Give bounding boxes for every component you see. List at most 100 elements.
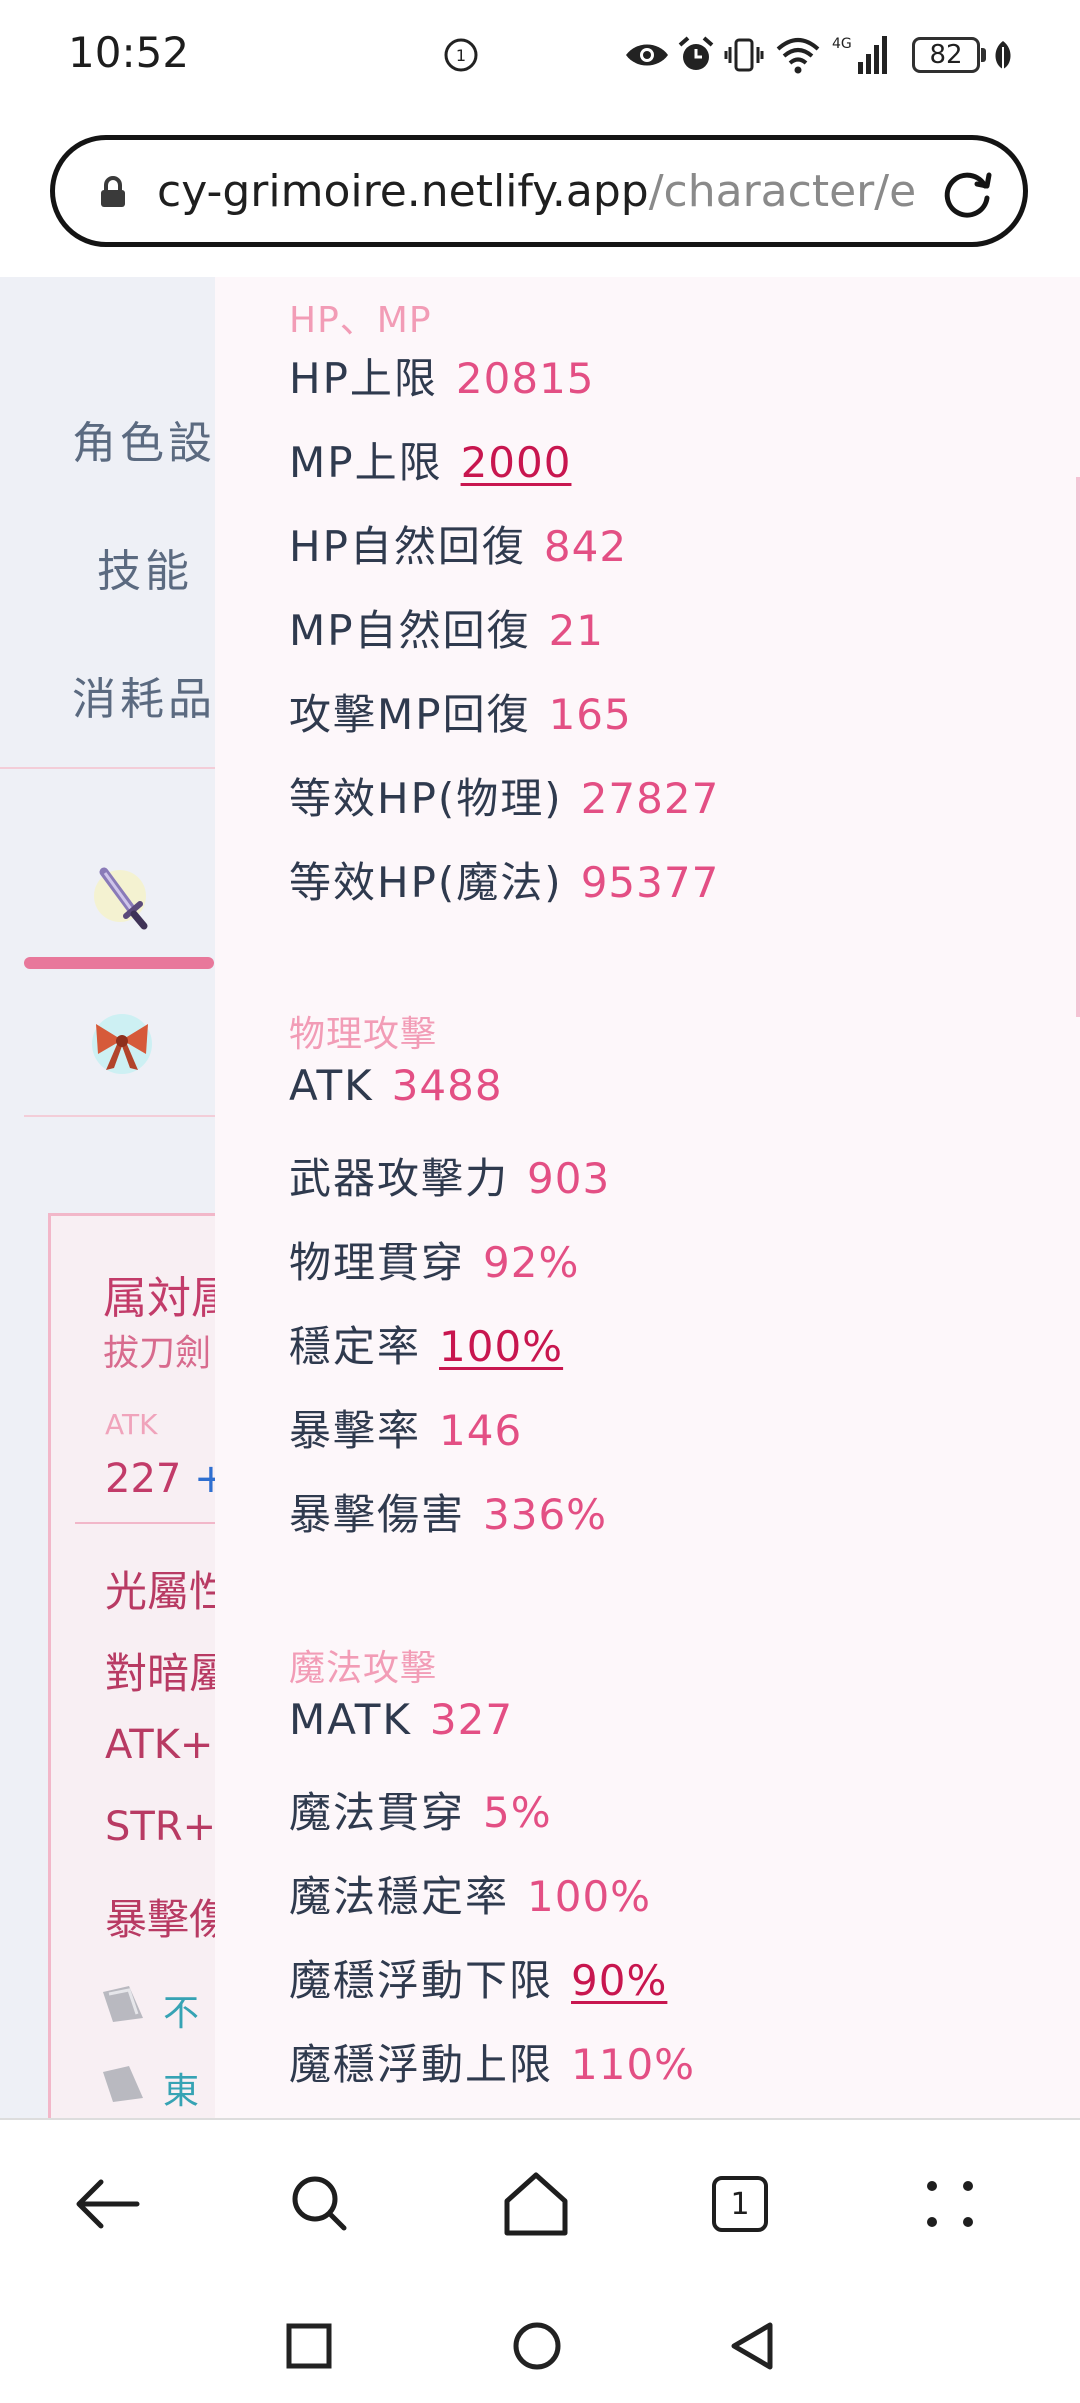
nav-item-skills[interactable]: 技能	[97, 535, 193, 599]
url-text[interactable]: cy-grimoire.netlify.app/character/e	[157, 166, 957, 217]
atk-base-value: 227	[105, 1456, 182, 1502]
eye-icon	[622, 32, 672, 78]
stat-value: 5%	[483, 1788, 552, 1837]
browser-toolbar: 1	[0, 2118, 1080, 2295]
stat-label: MATK	[289, 1695, 412, 1744]
recents-icon[interactable]	[286, 2323, 332, 2369]
stat-row: 魔法貫穿 5%	[289, 1779, 552, 1839]
equipment-stat: 對暗屬	[105, 1649, 232, 1698]
stat-value: 100%	[527, 1872, 652, 1921]
stat-row: MP自然回復 21	[289, 597, 604, 657]
stat-label: HP上限	[289, 354, 438, 403]
stat-row: 攻擊MP回復 165	[289, 681, 632, 741]
stat-value: 146	[439, 1406, 523, 1455]
stat-label: HP自然回復	[289, 522, 526, 571]
stat-value: 20815	[455, 354, 595, 403]
back-arrow-icon	[76, 2179, 140, 2229]
ribbon-icon[interactable]	[88, 1012, 160, 1076]
system-navigation-bar	[0, 2293, 1080, 2403]
left-nav: 角色設 技能 消耗品 属対属 拔刀劍 ATK 227 + 光屬性 對暗屬 ATK…	[0, 277, 251, 2118]
home-button[interactable]	[496, 2164, 576, 2244]
stat-label: MP自然回復	[289, 606, 531, 655]
url-host: cy-grimoire.netlify.app	[157, 166, 649, 217]
equipment-stat: 暴擊傷	[105, 1895, 232, 1944]
section-title-hp-mp: HP、MP	[289, 300, 432, 341]
stat-value: 903	[527, 1154, 611, 1203]
nav-item-consumables[interactable]: 消耗品	[72, 663, 216, 727]
stats-panel: HP、MP HP上限 20815 MP上限 2000 HP自然回復 842 MP自然回…	[215, 277, 1080, 2118]
equipment-subtitle: 拔刀劍	[103, 1333, 212, 1374]
stat-label: 武器攻擊力	[289, 1154, 510, 1203]
stat-row: 物理貫穿 92%	[289, 1229, 579, 1289]
stat-row: 暴擊率 146	[289, 1397, 522, 1457]
battery-icon: 82	[912, 37, 980, 73]
stat-value: 95377	[580, 858, 720, 907]
stat-value-link[interactable]: 100%	[439, 1322, 563, 1371]
stat-label: 等效HP(物理)	[289, 774, 563, 823]
nav-item-character[interactable]: 角色設	[72, 407, 216, 471]
stat-value: 110%	[571, 2040, 696, 2089]
back-triangle-icon[interactable]	[728, 2321, 776, 2371]
tab-count: 1	[712, 2176, 768, 2232]
home-circle-icon[interactable]	[512, 2321, 562, 2371]
home-icon	[504, 2172, 568, 2236]
svg-text:1: 1	[456, 46, 466, 65]
stat-row: 等效HP(物理) 27827	[289, 765, 719, 825]
stat-row: 魔穩浮動下限 90%	[289, 1947, 667, 2007]
address-bar[interactable]: cy-grimoire.netlify.app/character/e	[50, 135, 1028, 247]
stat-label: 魔法貫穿	[289, 1788, 466, 1837]
crystal-icon	[103, 1986, 143, 2022]
crystal-name[interactable]: 東	[163, 2062, 199, 2114]
crystal-icon	[103, 2066, 143, 2102]
stat-label: 暴擊傷害	[289, 1490, 466, 1539]
stat-label: 等效HP(魔法)	[289, 858, 563, 907]
section-title-physical: 物理攻擊	[289, 1014, 438, 1055]
stat-value: 165	[548, 690, 632, 739]
stat-value: 92%	[483, 1238, 580, 1287]
status-bar: 10:52 1 4G 82	[0, 0, 1080, 115]
section-title-magic: 魔法攻擊	[289, 1648, 438, 1689]
page-content: 角色設 技能 消耗品 属対属 拔刀劍 ATK 227 + 光屬性 對暗屬 ATK…	[0, 277, 1080, 2118]
stat-label: 魔穩浮動上限	[289, 2040, 554, 2089]
stat-row: 魔穩浮動上限 110%	[289, 2031, 695, 2091]
stat-label: ATK	[289, 1061, 374, 1110]
stat-row: MP上限 2000	[289, 429, 571, 489]
stat-row: 暴擊傷害 336%	[289, 1481, 607, 1541]
stat-row: 穩定率 100%	[289, 1313, 563, 1373]
svg-text:4G: 4G	[832, 36, 852, 52]
stat-value: 336%	[483, 1490, 608, 1539]
menu-button[interactable]	[910, 2164, 990, 2244]
stat-row: 武器攻擊力 903	[289, 1145, 610, 1205]
stat-row: HP自然回復 842	[289, 513, 627, 573]
status-time: 10:52	[68, 28, 190, 77]
menu-dots-icon	[927, 2181, 973, 2227]
leaf-icon	[990, 32, 1016, 78]
back-button[interactable]	[66, 2164, 146, 2244]
sword-icon[interactable]	[92, 862, 152, 932]
tabs-button[interactable]: 1	[700, 2164, 780, 2244]
stat-label: 暴擊率	[289, 1406, 422, 1455]
stat-row: 等效HP(魔法) 95377	[289, 849, 719, 909]
stat-label: 魔穩浮動下限	[289, 1956, 554, 2005]
nav-divider	[0, 767, 215, 769]
url-path: /character/e	[648, 166, 917, 217]
search-button[interactable]	[280, 2164, 360, 2244]
equipment-atk-label: ATK	[105, 1408, 158, 1441]
vibrate-icon	[722, 32, 766, 78]
stat-value: 3488	[391, 1061, 503, 1110]
stat-value-link[interactable]: 90%	[571, 1956, 667, 2005]
stat-label: 物理貫穿	[289, 1238, 466, 1287]
stat-value-link[interactable]: 2000	[461, 438, 572, 487]
crystal-name[interactable]: 不	[163, 1984, 199, 2036]
stat-row: ATK 3488	[289, 1061, 503, 1121]
stat-label: 魔法穩定率	[289, 1872, 510, 1921]
scrollbar[interactable]	[1076, 477, 1080, 1017]
battery-level: 82	[929, 40, 963, 70]
search-icon	[292, 2176, 347, 2231]
signal-icon: 4G	[830, 32, 894, 78]
stat-row: HP上限 20815	[289, 345, 595, 405]
equipment-atk-value: 227 +	[105, 1456, 228, 1502]
battery-nub	[981, 48, 986, 62]
stat-value: 842	[543, 522, 628, 571]
reload-icon[interactable]	[937, 164, 997, 224]
